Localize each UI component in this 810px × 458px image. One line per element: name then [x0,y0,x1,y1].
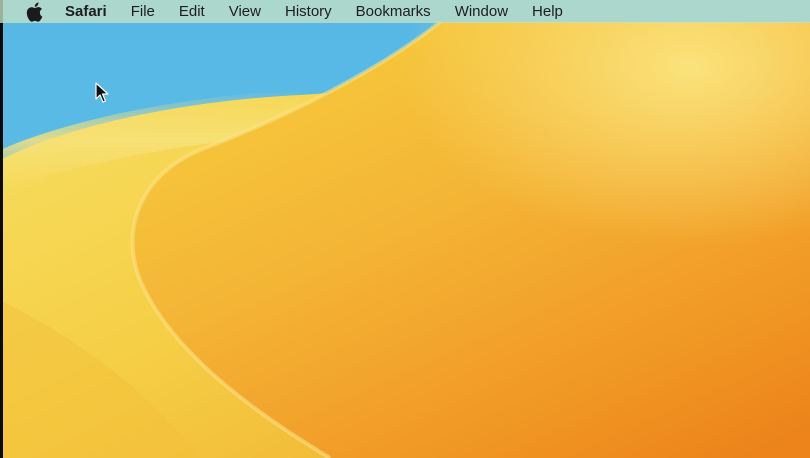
menu-bookmarks[interactable]: Bookmarks [356,0,431,23]
menu-view[interactable]: View [229,0,261,23]
menu-bar: Safari File Edit View History Bookmarks … [0,0,810,23]
desktop-screen: Safari File Edit View History Bookmarks … [0,0,810,458]
menu-file[interactable]: File [131,0,155,23]
menu-history[interactable]: History [285,0,332,23]
menu-edit[interactable]: Edit [179,0,205,23]
arrow-cursor-icon [95,82,109,103]
menu-window[interactable]: Window [455,0,508,23]
menu-app-name[interactable]: Safari [65,0,107,23]
apple-logo-icon[interactable] [24,2,44,22]
screen-left-edge [0,0,3,458]
desktop-wallpaper [0,0,810,458]
menu-help[interactable]: Help [532,0,563,23]
